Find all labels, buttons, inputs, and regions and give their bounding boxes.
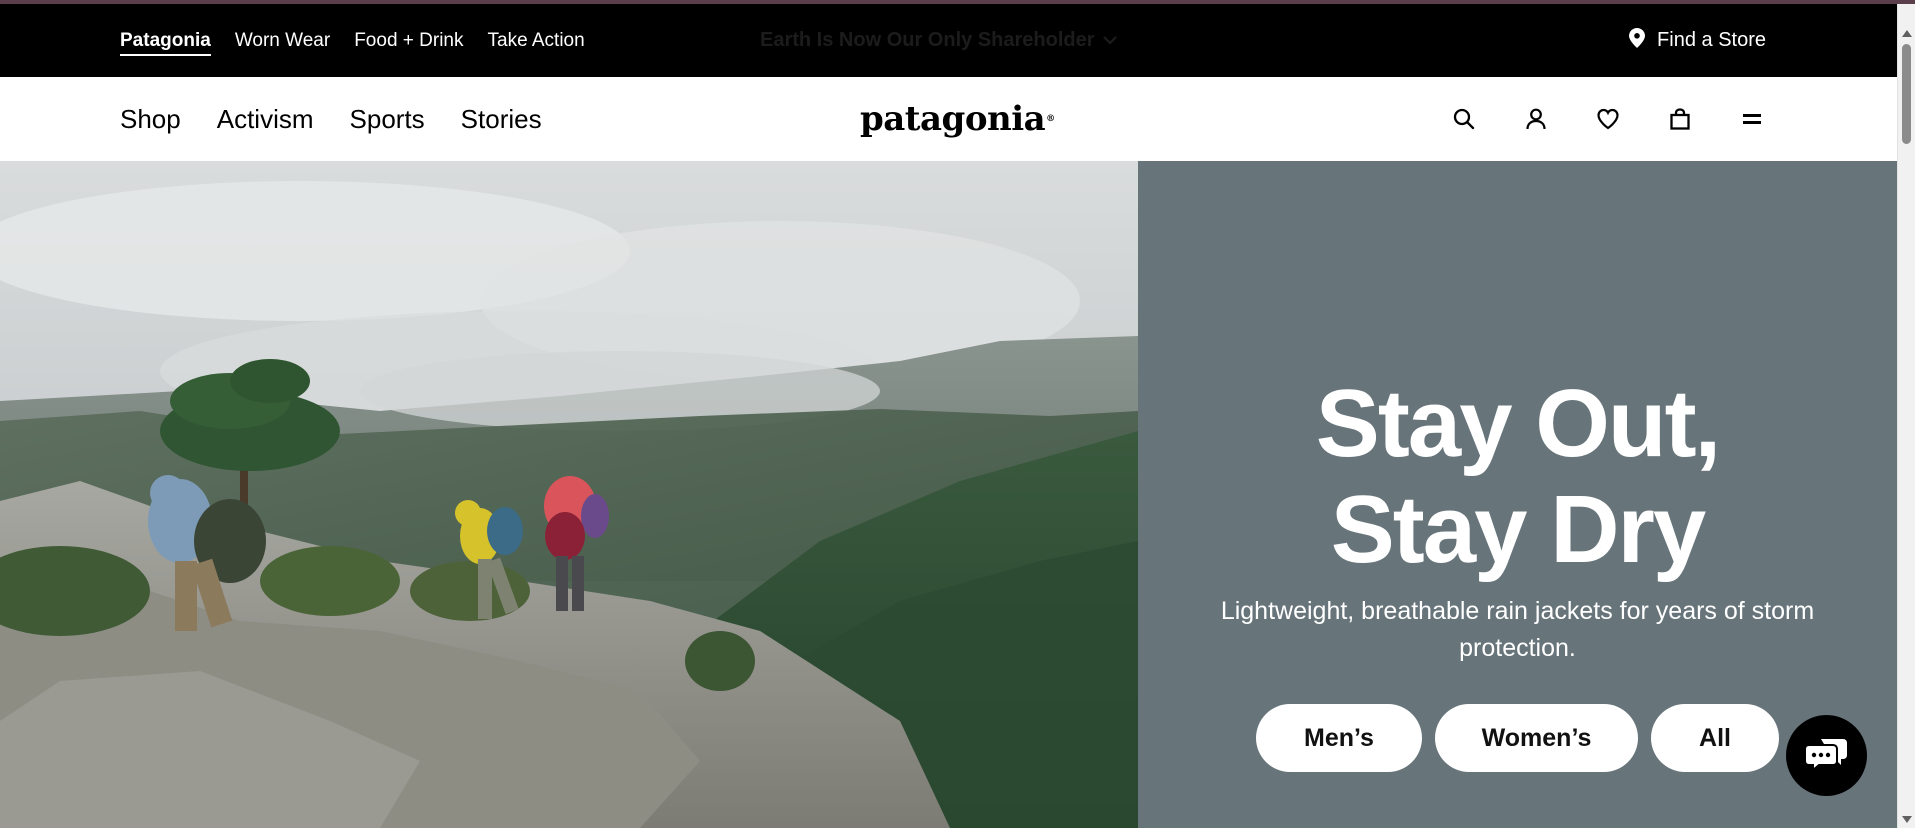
find-store-link[interactable]: Find a Store [1629,4,1766,77]
location-pin-icon [1629,27,1646,54]
logo-wordmark: patagonia [860,99,1046,139]
nav-icon-group [1452,77,1764,161]
page-scrollbar[interactable] [1897,4,1915,828]
hero-text-panel: Stay Out, Stay Dry Lightweight, breathab… [1138,161,1897,828]
search-icon[interactable] [1452,107,1476,131]
hero-title: Stay Out, Stay Dry [1138,371,1897,583]
shop-mens-button[interactable]: Men’s [1256,704,1422,772]
hero-title-line2: Stay Dry [1330,476,1707,583]
nav-link-activism[interactable]: Activism [217,104,314,135]
nav-link-shop[interactable]: Shop [120,104,181,135]
account-icon[interactable] [1524,107,1548,131]
menu-icon[interactable] [1740,107,1764,131]
utility-link-food-drink[interactable]: Food + Drink [354,26,463,56]
chevron-down-icon [1102,32,1117,50]
hero-title-line1: Stay Out, [1315,370,1721,477]
scroll-up-arrow-icon[interactable] [1902,30,1912,37]
utility-link-take-action[interactable]: Take Action [488,26,585,56]
hero-subtitle: Lightweight, breathable rain jackets for… [1220,597,1815,662]
announcement-text: Earth Is Now Our Only Shareholder [760,29,1095,51]
announcement-toggle[interactable]: Earth Is Now Our Only Shareholder [760,4,1117,77]
shopping-bag-icon[interactable] [1668,107,1692,131]
chat-button[interactable] [1786,715,1867,796]
shop-all-button[interactable]: All [1651,704,1779,772]
utility-link-patagonia[interactable]: Patagonia [120,26,211,56]
utility-bar: Patagonia Worn Wear Food + Drink Take Ac… [0,4,1897,77]
main-nav: Shop Activism Sports Stories patagonia ® [0,77,1897,161]
chat-icon [1803,735,1849,776]
find-store-label: Find a Store [1657,29,1766,51]
patagonia-logo[interactable]: patagonia ® [860,77,1055,161]
hero-button-group: Men’s Women’s All [1138,704,1897,772]
scroll-down-arrow-icon[interactable] [1902,816,1912,823]
wishlist-heart-icon[interactable] [1596,107,1620,131]
shop-womens-button[interactable]: Women’s [1435,704,1638,772]
utility-link-worn-wear[interactable]: Worn Wear [235,26,330,56]
registered-mark: ® [1046,114,1055,124]
nav-link-stories[interactable]: Stories [461,104,542,135]
nav-link-sports[interactable]: Sports [350,104,425,135]
utility-links: Patagonia Worn Wear Food + Drink Take Ac… [120,4,585,77]
hero-image-hikers-mountain-ridge [0,161,1138,828]
hero-section: Stay Out, Stay Dry Lightweight, breathab… [0,161,1897,828]
scrollbar-thumb[interactable] [1902,44,1911,144]
primary-nav-links: Shop Activism Sports Stories [120,77,542,161]
